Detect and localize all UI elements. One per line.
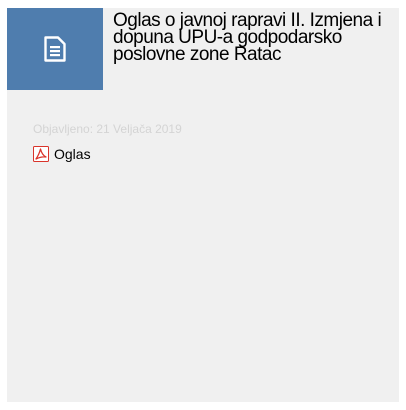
article-title[interactable]: Oglas o javnoj rapravi II. Izmjena i dop… — [113, 11, 383, 64]
pdf-icon — [33, 146, 49, 162]
published-date: Objavljeno: 21 Veljača 2019 — [33, 122, 182, 136]
attachment-label: Oglas — [54, 146, 91, 162]
attachment-link-oglas[interactable]: Oglas — [33, 146, 91, 162]
article-icon-box — [7, 8, 103, 90]
document-icon — [44, 36, 66, 62]
article-card: Oglas o javnoj rapravi II. Izmjena i dop… — [7, 8, 399, 402]
